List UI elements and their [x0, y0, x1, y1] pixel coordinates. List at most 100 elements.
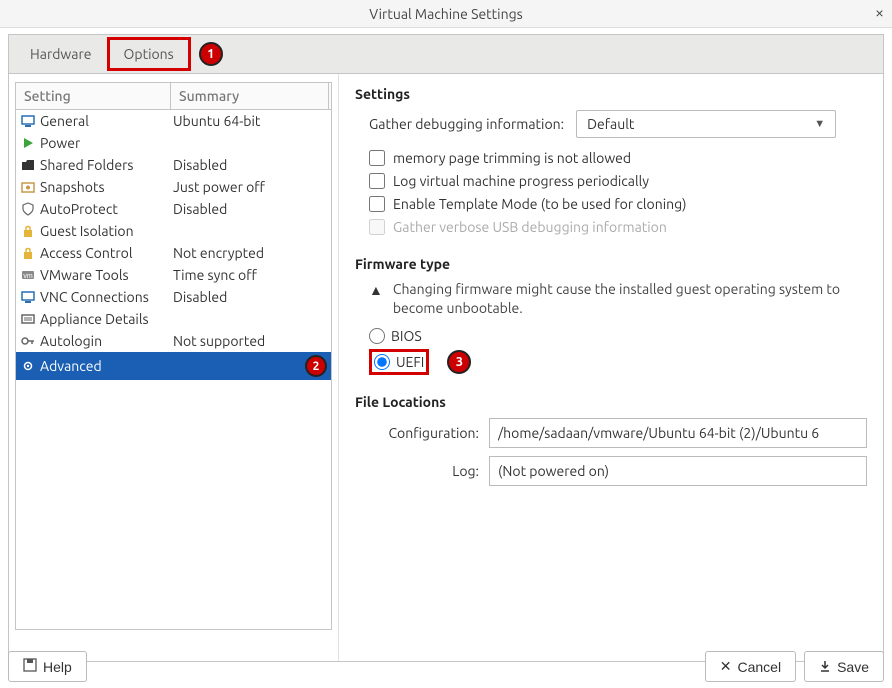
list-item-label: AutoProtect: [40, 201, 118, 217]
download-icon: [819, 659, 831, 675]
radio-label: BIOS: [391, 328, 422, 344]
list-item-guest-isolation[interactable]: Guest Isolation: [16, 220, 331, 242]
list-item-summary: Just power off: [173, 179, 327, 195]
list-item-summary: 2: [173, 355, 327, 377]
button-label: Help: [43, 659, 72, 675]
radio-uefi[interactable]: UEFI: [369, 349, 429, 375]
lock-icon: [20, 223, 36, 239]
vnc-icon: [20, 289, 36, 305]
checkbox-label: Log virtual machine progress periodicall…: [393, 173, 649, 189]
firmware-warning: ▲ Changing firmware might cause the inst…: [369, 280, 867, 318]
tab-bar: Hardware Options 1: [8, 34, 884, 74]
list-item-summary: Not supported: [173, 333, 327, 349]
debug-info-row: Gather debugging information: Default ▼: [369, 110, 867, 138]
list-item-autoprotect[interactable]: AutoProtect Disabled: [16, 198, 331, 220]
checkbox-label: Gather verbose USB debugging information: [393, 219, 667, 235]
content-area: Setting Summary General Ubuntu 64-bit Po…: [8, 74, 884, 662]
list-item-label: Power: [40, 135, 80, 151]
cancel-button[interactable]: ✕ Cancel: [705, 651, 796, 682]
bottom-bar: Help ✕ Cancel Save: [8, 651, 884, 682]
radio-input[interactable]: [374, 354, 390, 370]
checkbox-input[interactable]: [369, 150, 385, 166]
config-path-input[interactable]: [489, 418, 867, 448]
checkbox-input: [369, 219, 385, 235]
section-filelocations-title: File Locations: [355, 394, 867, 410]
close-icon: ✕: [720, 658, 732, 675]
checkbox-input[interactable]: [369, 173, 385, 189]
close-icon[interactable]: ×: [875, 4, 884, 22]
checkbox-memory-trim[interactable]: memory page trimming is not allowed: [369, 150, 867, 166]
list-item-label: VMware Tools: [40, 267, 129, 283]
save-button[interactable]: Save: [804, 651, 884, 682]
config-path-row: Configuration:: [369, 418, 867, 448]
titlebar: Virtual Machine Settings ×: [0, 0, 892, 28]
warning-text: Changing firmware might cause the instal…: [393, 280, 867, 318]
list-item-advanced[interactable]: Advanced 2: [16, 352, 331, 380]
log-path-row: Log:: [369, 456, 867, 486]
list-item-summary: Disabled: [173, 201, 327, 217]
checkbox-template-mode[interactable]: Enable Template Mode (to be used for clo…: [369, 196, 867, 212]
list-item-label: Autologin: [40, 333, 102, 349]
list-item-label: VNC Connections: [40, 289, 149, 305]
settings-list-header: Setting Summary: [15, 82, 332, 110]
checkbox-label: memory page trimming is not allowed: [393, 150, 631, 166]
disk-icon: [23, 658, 37, 675]
list-item-label: Snapshots: [40, 179, 105, 195]
list-item-shared-folders[interactable]: Shared Folders Disabled: [16, 154, 331, 176]
button-label: Cancel: [737, 659, 781, 675]
header-summary: Summary: [171, 83, 329, 109]
settings-detail-pane: Settings Gather debugging information: D…: [339, 74, 883, 661]
list-item-summary: Time sync off: [173, 267, 327, 283]
checkbox-input[interactable]: [369, 196, 385, 212]
tools-icon: vm: [20, 267, 36, 283]
list-item-label: Guest Isolation: [40, 223, 134, 239]
section-settings-title: Settings: [355, 86, 867, 102]
radio-label: UEFI: [396, 354, 424, 370]
list-item-autologin[interactable]: Autologin Not supported: [16, 330, 331, 352]
warning-icon: ▲: [369, 282, 383, 298]
list-item-summary: Not encrypted: [173, 245, 327, 261]
lock-icon: [20, 245, 36, 261]
list-item-summary: Disabled: [173, 289, 327, 305]
list-item-vmware-tools[interactable]: vm VMware Tools Time sync off: [16, 264, 331, 286]
callout-3: 3: [447, 350, 471, 374]
list-item-label: Appliance Details: [40, 311, 149, 327]
folder-icon: [20, 157, 36, 173]
tab-options[interactable]: Options: [107, 37, 191, 71]
callout-2: 2: [305, 355, 327, 377]
key-icon: [20, 333, 36, 349]
list-item-power[interactable]: Power: [16, 132, 331, 154]
help-button[interactable]: Help: [8, 651, 87, 682]
button-label: Save: [837, 659, 869, 675]
list-item-vnc[interactable]: VNC Connections Disabled: [16, 286, 331, 308]
window-body: Hardware Options 1 Setting Summary Gener…: [0, 28, 892, 662]
checkbox-usb-debug: Gather verbose USB debugging information: [369, 219, 867, 235]
list-item-appliance[interactable]: Appliance Details: [16, 308, 331, 330]
debug-info-label: Gather debugging information:: [369, 116, 564, 132]
play-icon: [20, 135, 36, 151]
snapshot-icon: [20, 179, 36, 195]
shield-icon: [20, 201, 36, 217]
log-path-input[interactable]: [489, 456, 867, 486]
list-item-snapshots[interactable]: Snapshots Just power off: [16, 176, 331, 198]
window-title: Virtual Machine Settings: [369, 6, 522, 22]
radio-bios[interactable]: BIOS: [369, 328, 867, 344]
list-item-access-control[interactable]: Access Control Not encrypted: [16, 242, 331, 264]
settings-list-pane: Setting Summary General Ubuntu 64-bit Po…: [9, 74, 339, 661]
radio-input[interactable]: [369, 328, 385, 344]
log-label: Log:: [369, 463, 479, 479]
list-item-summary: Disabled: [173, 157, 327, 173]
dropdown-value: Default: [587, 116, 634, 132]
list-item-general[interactable]: General Ubuntu 64-bit: [16, 110, 331, 132]
section-firmware-title: Firmware type: [355, 256, 867, 272]
settings-list: General Ubuntu 64-bit Power Shared Folde…: [15, 110, 332, 630]
tab-hardware[interactable]: Hardware: [15, 39, 107, 69]
monitor-icon: [20, 113, 36, 129]
chevron-down-icon: ▼: [814, 118, 825, 130]
list-item-summary: Ubuntu 64-bit: [173, 113, 327, 129]
debug-info-dropdown[interactable]: Default ▼: [576, 110, 836, 138]
svg-text:vm: vm: [23, 273, 33, 280]
checkbox-log-progress[interactable]: Log virtual machine progress periodicall…: [369, 173, 867, 189]
list-item-label: Shared Folders: [40, 157, 133, 173]
list-item-label: Advanced: [40, 358, 102, 374]
